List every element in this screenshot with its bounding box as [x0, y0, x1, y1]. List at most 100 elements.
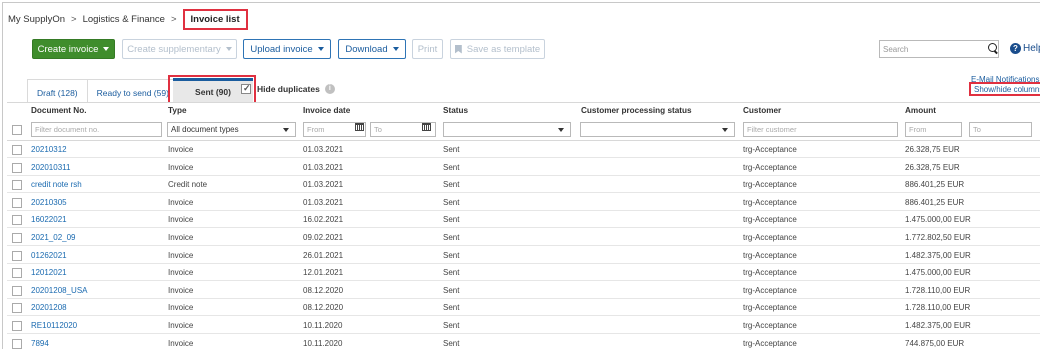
tab-sent-label: Sent (90)	[195, 87, 231, 97]
help-icon[interactable]: ?	[1010, 43, 1021, 54]
column-header-type[interactable]: Type	[168, 103, 187, 119]
column-header-status[interactable]: Status	[443, 103, 468, 119]
table-row[interactable]: 20201208 Invoice 08.12.2020 Sent trg-Accepta…	[7, 299, 1040, 317]
amount-cell: 1.728.110,00 EUR	[905, 303, 971, 313]
document-no-link[interactable]: 7894	[31, 335, 49, 349]
type-cell: Invoice	[168, 250, 194, 260]
search-input[interactable]: Search	[879, 40, 999, 58]
row-select-checkbox[interactable]	[12, 180, 22, 191]
customer-cell: trg-Acceptance	[743, 285, 797, 295]
customer-cell: trg-Acceptance	[743, 145, 797, 154]
column-header-customer[interactable]: Customer	[743, 103, 781, 119]
calendar-icon[interactable]	[355, 123, 364, 131]
print-button[interactable]: Print	[412, 39, 443, 59]
chevron-down-icon	[283, 128, 289, 132]
hide-duplicates-checkbox[interactable]	[241, 83, 251, 94]
download-button[interactable]: Download	[338, 39, 406, 59]
customer-cell: trg-Acceptance	[743, 268, 797, 278]
row-select-checkbox[interactable]	[12, 285, 22, 296]
amount-from-input[interactable]: From	[905, 122, 962, 137]
customer-cell: trg-Acceptance	[743, 321, 797, 330]
status-cell: Sent	[443, 233, 460, 242]
breadcrumb-current-page: Invoice list	[182, 8, 248, 30]
table-row[interactable]: 20210305 Invoice 01.03.2021 Sent trg-Accepta…	[7, 194, 1040, 211]
calendar-icon[interactable]	[422, 123, 431, 131]
create-supplementary-button[interactable]: Create supplementary	[122, 39, 237, 59]
status-cell: Sent	[443, 250, 460, 260]
row-select-checkbox[interactable]	[12, 162, 22, 173]
customer-filter-placeholder: Filter customer	[747, 125, 797, 134]
create-invoice-button[interactable]: Create invoice	[32, 39, 115, 59]
invoice-table: Document No. Type Invoice date Status Cu…	[7, 102, 1040, 349]
table-row[interactable]: credit note rsh Credit note 01.03.2021 Sent…	[7, 176, 1040, 194]
customer-cell: trg-Acceptance	[743, 180, 797, 190]
show-hide-columns-link[interactable]: Show/hide columns	[969, 82, 1040, 96]
table-row[interactable]: RE10112020 Invoice 10.11.2020 Sent trg-Accep…	[7, 317, 1040, 334]
document-no-link[interactable]: 20210312	[31, 141, 67, 158]
document-no-link[interactable]: 202010311	[31, 159, 70, 176]
search-icon[interactable]	[988, 43, 997, 52]
help-link[interactable]: Help	[1023, 43, 1040, 54]
amount-cell: 886.401,25 EUR	[905, 197, 965, 207]
customer-cell: trg-Acceptance	[743, 338, 797, 348]
save-as-template-button[interactable]: Save as template	[450, 39, 545, 59]
row-select-checkbox[interactable]	[12, 338, 22, 349]
table-row[interactable]: 16022021 Invoice 16.02.2021 Sent trg-Accepta…	[7, 211, 1040, 229]
row-select-checkbox[interactable]	[12, 303, 22, 314]
type-cell: Credit note	[168, 180, 208, 190]
hide-duplicates-toggle[interactable]: Hide duplicates i	[241, 83, 335, 94]
type-filter-select[interactable]: All document types	[167, 122, 296, 137]
status-filter-select[interactable]	[443, 122, 571, 137]
select-all-checkbox[interactable]	[12, 125, 22, 135]
date-from-placeholder: From	[307, 125, 325, 134]
table-row[interactable]: 202010311 Invoice 01.03.2021 Sent trg-Accept…	[7, 159, 1040, 176]
amount-cell: 1.475.000,00 EUR	[905, 215, 971, 225]
document-no-link[interactable]: RE10112020	[31, 317, 77, 334]
amount-to-input[interactable]: To	[969, 122, 1032, 137]
invoice-date-cell: 01.03.2021	[303, 162, 344, 172]
table-row[interactable]: 01262021 Invoice 26.01.2021 Sent trg-Accepta…	[7, 247, 1040, 264]
table-row[interactable]: 20201208_USA Invoice 08.12.2020 Sent trg-Acc…	[7, 282, 1040, 299]
document-no-link[interactable]: 12012021	[31, 264, 67, 281]
document-no-link[interactable]: 20201208	[31, 299, 67, 316]
row-select-checkbox[interactable]	[12, 268, 22, 279]
customer-filter-input[interactable]: Filter customer	[743, 122, 898, 137]
document-no-link[interactable]: 01262021	[31, 247, 67, 264]
row-select-checkbox[interactable]	[12, 197, 22, 208]
table-row[interactable]: 12012021 Invoice 12.01.2021 Sent trg-Accepta…	[7, 264, 1040, 282]
document-no-filter-input[interactable]: Filter document no.	[31, 122, 162, 137]
column-header-invoice-date[interactable]: Invoice date	[303, 103, 350, 119]
document-no-link[interactable]: 20210305	[31, 194, 67, 211]
row-select-checkbox[interactable]	[12, 145, 22, 155]
filter-row: Filter document no. All document types F…	[7, 119, 1040, 141]
status-cell: Sent	[443, 338, 460, 348]
customer-cell: trg-Acceptance	[743, 162, 797, 172]
column-header-document-no[interactable]: Document No.	[31, 103, 87, 119]
row-select-checkbox[interactable]	[12, 250, 22, 261]
breadcrumb-separator: >	[71, 13, 77, 25]
table-header-row: Document No. Type Invoice date Status Cu…	[7, 103, 1040, 119]
row-select-checkbox[interactable]	[12, 233, 22, 243]
type-cell: Invoice	[168, 197, 194, 207]
breadcrumb-my-supplyon[interactable]: My SupplyOn	[8, 14, 65, 25]
column-header-amount[interactable]: Amount	[905, 103, 936, 119]
table-row[interactable]: 2021_02_09 Invoice 09.02.2021 Sent trg-Accep…	[7, 229, 1040, 246]
chevron-down-icon	[317, 47, 324, 51]
download-label: Download	[345, 43, 388, 55]
document-no-link[interactable]: 20201208_USA	[31, 282, 88, 299]
upload-invoice-button[interactable]: Upload invoice	[243, 39, 331, 59]
info-icon[interactable]: i	[324, 84, 335, 94]
chevron-down-icon	[722, 128, 728, 132]
status-cell: Sent	[443, 303, 460, 313]
table-row[interactable]: 20210312 Invoice 01.03.2021 Sent trg-Accepta…	[7, 141, 1040, 158]
column-header-customer-processing-status[interactable]: Customer processing status	[581, 103, 692, 119]
row-select-checkbox[interactable]	[12, 215, 22, 226]
document-no-link[interactable]: 16022021	[31, 211, 67, 228]
breadcrumb-logistics-finance[interactable]: Logistics & Finance	[83, 14, 165, 25]
search-placeholder: Search	[883, 44, 909, 54]
customer-processing-status-filter-select[interactable]	[580, 122, 735, 137]
document-no-link[interactable]: 2021_02_09	[31, 229, 76, 246]
document-no-link[interactable]: credit note rsh	[31, 176, 82, 193]
row-select-checkbox[interactable]	[12, 321, 22, 331]
table-row[interactable]: 7894 Invoice 10.11.2020 Sent trg-Acceptance 7…	[7, 335, 1040, 349]
